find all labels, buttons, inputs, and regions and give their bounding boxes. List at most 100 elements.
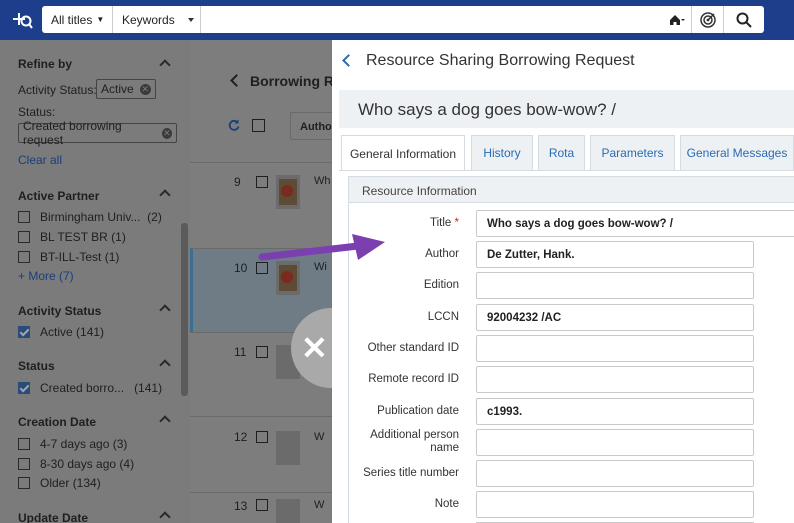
note-field[interactable] [476, 491, 754, 518]
remote-record-id-field[interactable] [476, 366, 754, 393]
search-scope-dropdown[interactable]: All titles ▼ [42, 6, 113, 33]
section-title: Resource Information [362, 184, 477, 198]
facet-title-active-partner: Active Partner [18, 189, 100, 203]
more-partners-link[interactable]: + More (7) [18, 269, 74, 283]
facet-scrollbar[interactable] [181, 223, 188, 396]
facet-item[interactable]: BT-ILL-Test (1) [18, 250, 119, 264]
back-arrow-icon[interactable] [342, 54, 355, 67]
chevron-up-icon[interactable] [159, 511, 171, 523]
checkbox[interactable] [18, 251, 30, 263]
book-cover-image [276, 175, 300, 209]
discovery-button[interactable] [691, 6, 724, 33]
request-list: Borrowing Re Autho 9 Wh 10 Wi 11 12 W 13… [190, 40, 342, 523]
field-label-other-standard-id: Other standard ID [367, 342, 459, 354]
detail-panel: Resource Sharing Borrowing Request Who s… [332, 40, 794, 523]
row-title: W [314, 431, 325, 443]
facet-item-count: (2) [147, 210, 162, 224]
home-icon [670, 14, 685, 25]
facet-item-count: (141) [134, 381, 163, 395]
chevron-up-icon[interactable] [159, 415, 171, 427]
facet-item[interactable]: Active (141) [18, 325, 104, 339]
label-text: Title [430, 217, 452, 229]
edition-field[interactable] [476, 272, 754, 299]
checkbox[interactable] [18, 211, 30, 223]
title-field[interactable]: Who says a dog goes bow-wow? / [476, 210, 794, 237]
tab-divider [339, 170, 794, 171]
checkbox[interactable] [18, 438, 30, 450]
facet-item-label: Older [40, 476, 70, 490]
checkbox-checked[interactable] [18, 382, 30, 394]
facet-item[interactable]: Birmingham Univ... (2) [18, 210, 162, 224]
chevron-up-icon[interactable] [159, 59, 171, 71]
refresh-icon[interactable] [228, 119, 240, 131]
chevron-up-icon[interactable] [159, 304, 171, 316]
facet-item[interactable]: Older (134) [18, 476, 101, 490]
row-checkbox[interactable] [256, 431, 268, 443]
facet-title-status: Status [18, 359, 55, 373]
facet-item-label: Active [40, 325, 73, 339]
facet-item[interactable]: BL TEST BR (1) [18, 230, 126, 244]
facet-item-count: (141) [76, 325, 105, 339]
row-number: 9 [234, 175, 241, 189]
other-standard-id-field[interactable] [476, 335, 754, 362]
checkbox[interactable] [18, 477, 30, 489]
record-title-banner: Who says a dog goes bow-wow? / [339, 90, 794, 128]
tab-parameters[interactable]: Parameters [590, 135, 675, 170]
app-logo-icon[interactable] [11, 9, 33, 31]
status-chip[interactable]: Created borrowing request ✕ [18, 119, 177, 147]
back-arrow-icon[interactable] [230, 74, 243, 87]
chevron-up-icon[interactable] [159, 359, 171, 371]
series-title-number-field[interactable] [476, 460, 754, 487]
field-label-remote-record-id: Remote record ID [368, 373, 459, 385]
facet-item-count: (3) [112, 437, 128, 451]
remove-icon[interactable]: ✕ [161, 127, 172, 139]
tab-general-messages[interactable]: General Messages [680, 135, 794, 170]
table-row[interactable]: 12 W [190, 416, 332, 492]
row-checkbox[interactable] [256, 499, 268, 511]
search-input[interactable] [201, 6, 663, 33]
search-field-dropdown[interactable]: Keywords [113, 6, 201, 33]
table-row[interactable]: 13 W [190, 492, 332, 523]
checkbox-checked[interactable] [18, 326, 30, 338]
search-bar: All titles ▼ Keywords [42, 6, 764, 33]
facet-item[interactable]: 4-7 days ago (3) [18, 437, 127, 451]
checkbox[interactable] [18, 458, 30, 470]
field-label-additional-person-name: Additional person name [370, 429, 459, 454]
refine-by-title: Refine by [18, 57, 73, 71]
field-label-publication-date: Publication date [377, 405, 459, 417]
chevron-down-icon [188, 18, 194, 22]
row-checkbox[interactable] [256, 176, 268, 188]
tab-rota[interactable]: Rota [538, 135, 585, 170]
row-checkbox[interactable] [256, 346, 268, 358]
sort-author-button[interactable]: Autho [290, 112, 332, 140]
field-label-note: Note [434, 498, 459, 510]
book-cover-image [276, 431, 300, 465]
checkbox[interactable] [18, 231, 30, 243]
list-title: Borrowing Re [250, 73, 342, 89]
remove-icon[interactable]: ✕ [139, 83, 151, 95]
publication-date-field[interactable]: c1993. [476, 398, 754, 425]
additional-person-name-field[interactable] [476, 429, 754, 456]
facet-title-update-date: Update Date [18, 511, 89, 523]
activity-status-chip[interactable]: Active ✕ [96, 79, 156, 99]
tab-general-information[interactable]: General Information [341, 135, 465, 171]
record-title: Who says a dog goes bow-wow? / [358, 100, 616, 119]
facet-item[interactable]: Created borro... (141) [18, 381, 162, 395]
status-filter-label: Status: [18, 105, 56, 119]
tab-history[interactable]: History [471, 135, 533, 170]
book-cover-image [276, 499, 300, 523]
chevron-up-icon[interactable] [159, 189, 171, 201]
select-all-checkbox[interactable] [252, 119, 265, 132]
lccn-field[interactable]: 92004232 /AC [476, 304, 754, 331]
annotation-arrow-icon [258, 234, 385, 261]
facet-item-label: BT-ILL-Test [40, 250, 102, 264]
facet-item[interactable]: 8-30 days ago (4) [18, 457, 134, 471]
home-menu-button[interactable] [663, 6, 691, 33]
facet-item-label: BL TEST BR [40, 230, 108, 244]
clear-all-link[interactable]: Clear all [18, 153, 62, 167]
search-button[interactable] [724, 6, 764, 33]
field-label-edition: Edition [423, 279, 459, 291]
author-field[interactable]: De Zutter, Hank. [476, 241, 754, 268]
chip-label: Created borrowing request [23, 119, 122, 147]
facet-item-label: Birmingham Univ... [40, 210, 141, 224]
